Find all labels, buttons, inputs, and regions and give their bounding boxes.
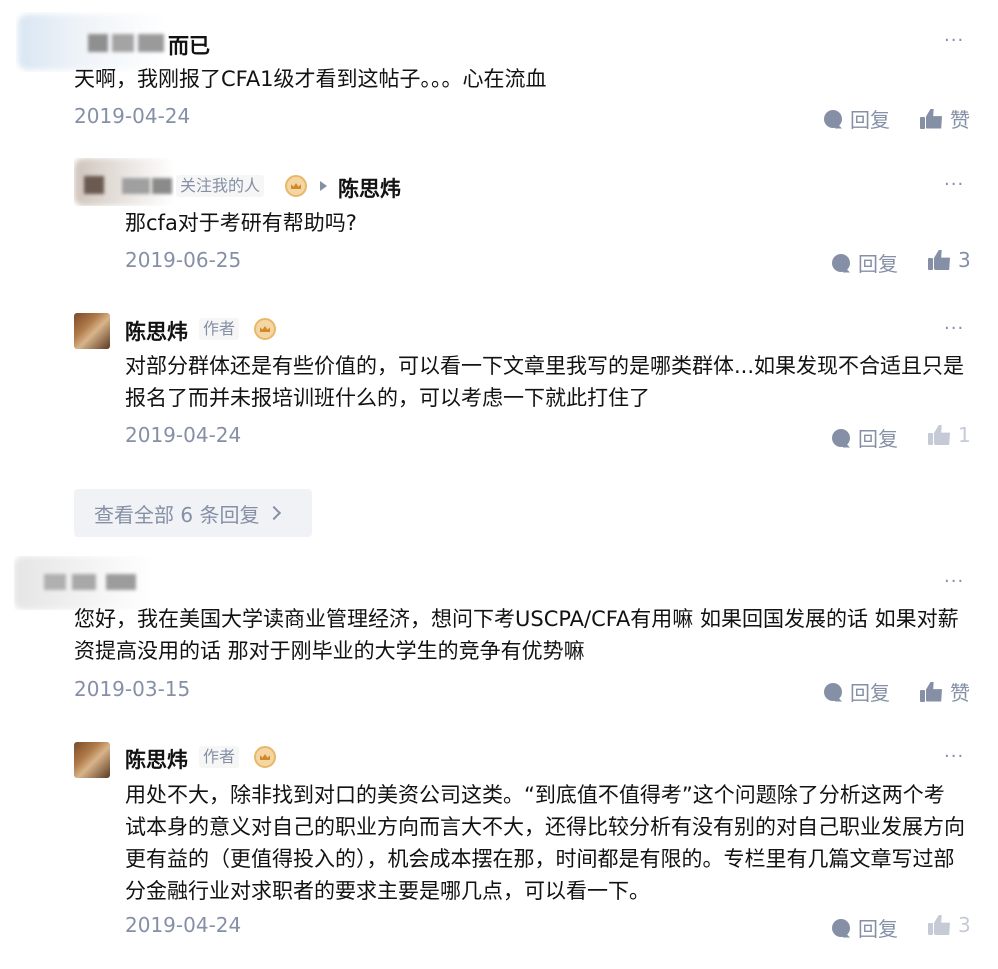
comment-text: 对部分群体还是有些价值的，可以看一下文章里我写的是哪类群体...如果发现不合适且… xyxy=(125,354,965,410)
reply-button[interactable]: 回复 xyxy=(832,913,898,942)
reply-label: 回复 xyxy=(858,917,898,941)
author-tag: 作者 xyxy=(199,746,240,768)
view-all-replies-button[interactable]: 查看全部 6 条回复 xyxy=(74,489,312,537)
author-name[interactable]: 陈思炜 xyxy=(125,316,188,346)
reply-label: 回复 xyxy=(858,427,898,451)
like-button[interactable]: 3 xyxy=(928,913,971,937)
comment-date: 2019-03-15 xyxy=(74,677,191,701)
comment-text: 天啊，我刚报了CFA1级才看到这帖子。。。心在流血 xyxy=(74,67,547,91)
crown-badge-icon xyxy=(285,175,307,197)
thumbs-up-icon xyxy=(928,250,950,270)
reply-bubble-icon xyxy=(824,682,842,701)
avatar[interactable] xyxy=(14,556,154,610)
like-count: 1 xyxy=(958,423,971,447)
like-button[interactable]: 1 xyxy=(928,423,971,447)
chevron-right-icon xyxy=(267,505,282,521)
like-label: 赞 xyxy=(950,681,970,705)
like-label: 赞 xyxy=(950,108,970,132)
avatar[interactable] xyxy=(74,158,174,206)
like-button[interactable]: 3 xyxy=(928,248,971,272)
comment-date: 2019-04-24 xyxy=(125,913,242,937)
reply-bubble-icon xyxy=(832,253,850,272)
reply-to-name[interactable]: 陈思炜 xyxy=(338,173,401,203)
reply-label: 回复 xyxy=(850,681,890,705)
more-dots-icon[interactable]: ··· xyxy=(944,571,964,592)
reply-button[interactable]: 回复 xyxy=(832,423,898,452)
like-count: 3 xyxy=(958,248,971,272)
crown-badge-icon xyxy=(254,318,276,340)
avatar[interactable] xyxy=(74,313,110,349)
comment-date: 2019-04-24 xyxy=(74,104,191,128)
author-name[interactable]: 陈思炜 xyxy=(125,744,188,774)
comment-date: 2019-06-25 xyxy=(125,248,242,272)
comment-text: 用处不大，除非找到对口的美资公司这类。“到底值不值得考”这个问题除了分析这两个考… xyxy=(125,783,965,903)
thumbs-up-icon xyxy=(928,915,950,935)
thumbs-up-icon xyxy=(920,109,942,129)
more-dots-icon[interactable]: ··· xyxy=(944,746,964,767)
more-dots-icon[interactable]: ··· xyxy=(944,174,964,195)
like-count: 3 xyxy=(958,913,971,937)
reply-label: 回复 xyxy=(850,108,890,132)
thumbs-up-icon xyxy=(928,425,950,445)
more-dots-icon[interactable]: ··· xyxy=(944,30,964,51)
comment-text: 您好，我在美国大学读商业管理经济，想问下考USCPA/CFA有用嘛 如果回国发展… xyxy=(74,607,959,663)
like-button[interactable]: 赞 xyxy=(920,677,970,706)
reply-button[interactable]: 回复 xyxy=(824,677,890,706)
reply-label: 回复 xyxy=(858,252,898,276)
comment-text: 那cfa对于考研有帮助吗? xyxy=(125,211,357,235)
reply-arrow-icon xyxy=(320,181,327,191)
reply-bubble-icon xyxy=(832,918,850,937)
reply-button[interactable]: 回复 xyxy=(832,248,898,277)
thumbs-up-icon xyxy=(920,682,942,702)
reply-button[interactable]: 回复 xyxy=(824,104,890,133)
follower-tag: 关注我的人 xyxy=(176,175,265,197)
avatar[interactable] xyxy=(74,742,110,778)
more-dots-icon[interactable]: ··· xyxy=(944,318,964,339)
author-name[interactable]: 而已 xyxy=(168,30,210,60)
view-all-label: 查看全部 6 条回复 xyxy=(94,502,260,527)
comment-date: 2019-04-24 xyxy=(125,423,242,447)
reply-bubble-icon xyxy=(832,428,850,447)
reply-bubble-icon xyxy=(824,109,842,128)
like-button[interactable]: 赞 xyxy=(920,104,970,133)
author-tag: 作者 xyxy=(199,318,240,340)
crown-badge-icon xyxy=(254,746,276,768)
